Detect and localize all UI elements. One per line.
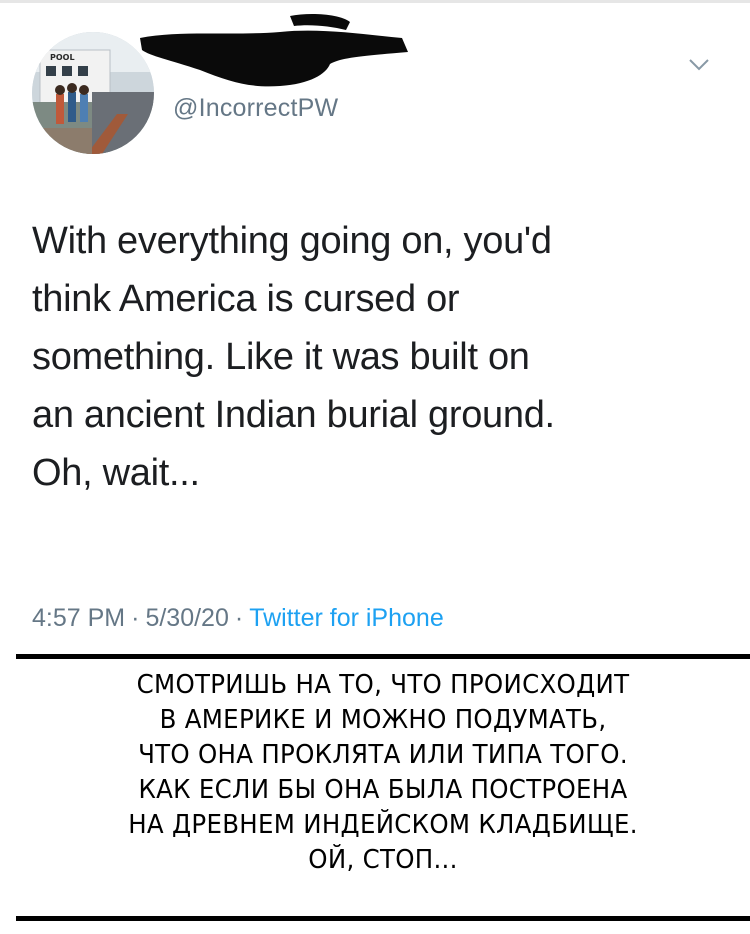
avatar[interactable]: POOL xyxy=(32,32,154,154)
tweet-time: 4:57 PM xyxy=(32,604,126,632)
tweet-source-link[interactable]: Twitter for iPhone xyxy=(249,604,444,632)
tweet-date[interactable]: 5/30/20 xyxy=(145,604,228,632)
tweet-text: With everything going on, you'd think Am… xyxy=(32,220,555,494)
tweet-header: POOL @IncorrectPW xyxy=(0,0,750,175)
meta-separator: · xyxy=(131,604,140,632)
avatar-sign-text: POOL xyxy=(50,53,75,62)
tweet-meta: 4:57 PM · 5/30/20 · Twitter for iPhone xyxy=(32,604,444,633)
profile-photo: POOL xyxy=(32,32,154,154)
user-handle[interactable]: @IncorrectPW xyxy=(173,94,338,123)
meta-separator: · xyxy=(234,604,244,632)
redacted-display-name xyxy=(140,14,408,87)
caption-translation: СМОТРИШЬ НА ТО, ЧТО ПРОИСХОДИТ В АМЕРИКЕ… xyxy=(128,670,638,875)
caption-top-rule xyxy=(16,654,750,659)
caption-bottom-rule xyxy=(16,916,750,921)
chevron-down-icon[interactable] xyxy=(688,58,710,72)
